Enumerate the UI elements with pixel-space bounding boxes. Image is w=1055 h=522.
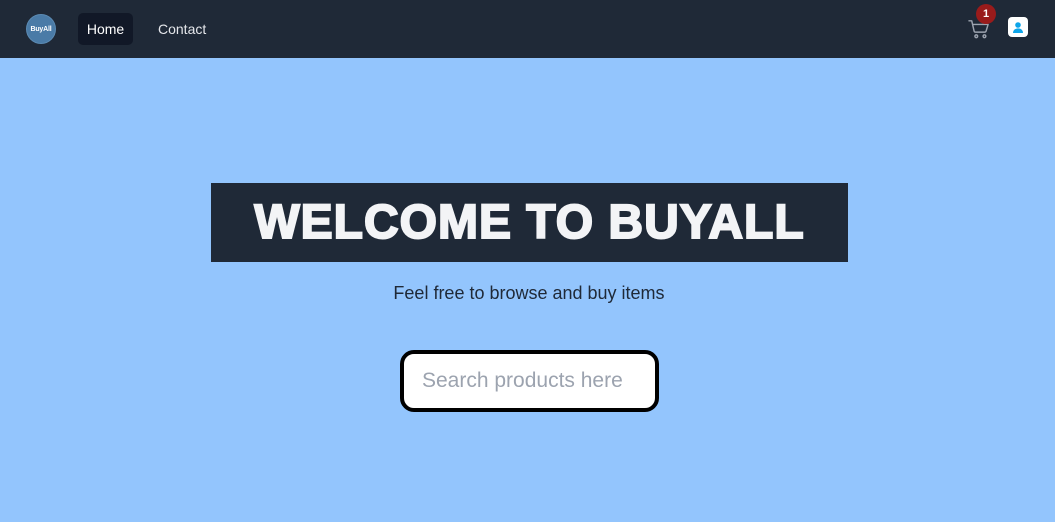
cart-count: 1 xyxy=(982,8,990,20)
brand-logo-text: BuyAll xyxy=(30,25,52,33)
hero-title: WELCOME TO BUYALL xyxy=(253,195,805,250)
user-icon xyxy=(1011,20,1025,34)
hero-subtitle: Feel free to browse and buy items xyxy=(393,283,665,303)
brand-logo[interactable]: BuyAll xyxy=(26,14,56,44)
nav-link-home-label: Home xyxy=(86,21,125,37)
hero-title-box: WELCOME TO BUYALL xyxy=(211,183,848,262)
navbar: BuyAll Home Contact 1 xyxy=(0,0,1055,58)
search-input[interactable] xyxy=(400,350,659,412)
nav-link-contact[interactable]: Contact xyxy=(147,13,217,45)
cart-count-badge: 1 xyxy=(976,4,996,24)
user-account-button[interactable] xyxy=(1008,17,1028,37)
nav-link-contact-label: Contact xyxy=(158,21,207,37)
nav-link-home[interactable]: Home xyxy=(78,13,133,45)
